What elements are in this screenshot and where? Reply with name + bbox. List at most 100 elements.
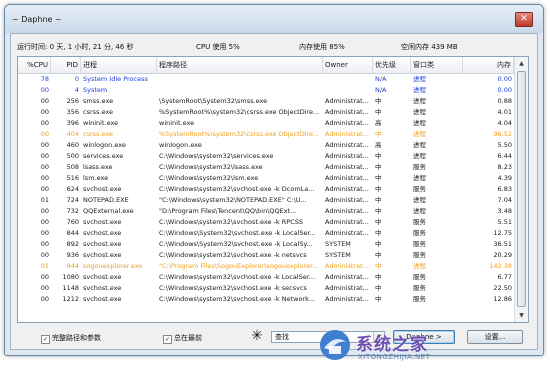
scroll-thumb[interactable] (517, 71, 526, 307)
cell-priority: 中 (375, 240, 382, 248)
table-row[interactable]: 00 760 svchost.exe C:\Windows\system32\svch… (18, 217, 514, 228)
cell-pid: 624 (66, 185, 79, 193)
table-row[interactable]: 00 844 svchost.exe C:\Windows\System32\svch… (18, 228, 514, 239)
watermark: 系统之家 XITONGZHIJIA.NET (318, 326, 528, 368)
cell-memory: 22.50 (493, 284, 512, 292)
cell-owner: SYSTEM (325, 251, 351, 259)
cell-pid: 844 (66, 229, 79, 237)
cell-pid: 936 (66, 251, 79, 259)
cell-priority: 中 (375, 251, 382, 259)
table-row[interactable]: 00 732 QQExternal.exe "D:\Program Files\Ten… (18, 206, 514, 217)
cell-memory: 4.01 (497, 108, 512, 116)
table-row[interactable]: 00 4 System N/A 进程 0.00 (18, 85, 514, 96)
scroll-up-arrow-icon[interactable]: ▲ (516, 58, 527, 69)
cell-priority: 高 (375, 141, 382, 149)
table-row[interactable]: 00 404 csrss.exe %SystemRoot%\system32\csrs… (18, 129, 514, 140)
title-bar[interactable]: ~ Daphne ~ ✕ (5, 5, 543, 33)
cell-memory: 4.39 (497, 174, 512, 182)
table-row[interactable]: 00 624 svchost.exe C:\Windows\system32\svch… (18, 184, 514, 195)
cell-window-class: 进程 (413, 108, 426, 116)
cell-cpu: 00 (40, 163, 49, 171)
cell-owner: Administrat... (325, 141, 369, 149)
cell-window-class: 服务 (413, 251, 426, 259)
process-list[interactable]: %CPU PID 进程 程序路径 Owner 优先级 窗口类 内存 78 0 Sys… (17, 56, 529, 323)
cell-priority: 中 (375, 174, 382, 182)
cell-process: System Idle Process (83, 75, 148, 83)
table-row[interactable]: 00 936 svchost.exe C:\Windows\system32\svch… (18, 250, 514, 261)
daphne-window: ~ Daphne ~ ✕ 运行时间: 0 天, 1 小时, 21 分, 46 秒… (4, 4, 544, 356)
cell-pid: 356 (66, 108, 79, 116)
full-path-label: 完整路径和参数 (52, 334, 101, 342)
cell-priority: 中 (375, 196, 382, 204)
cell-owner: Administrat... (325, 119, 369, 127)
cell-path (157, 85, 323, 96)
cell-window-class: 服务 (413, 273, 426, 281)
cell-window-class: 进程 (413, 130, 426, 138)
cell-process: csrss.exe (83, 108, 114, 116)
column-memory[interactable]: 内存 (463, 57, 514, 73)
cell-pid: 1212 (62, 295, 79, 303)
table-row[interactable]: 00 256 smss.exe \SystemRoot\System32\smss.e… (18, 96, 514, 107)
column-process[interactable]: 进程 (81, 57, 157, 73)
cell-memory: 6.83 (497, 185, 512, 193)
cell-cpu: 00 (40, 108, 49, 116)
cell-memory: 5.50 (497, 141, 512, 149)
checkbox-mark-icon: ✓ (163, 335, 172, 344)
scroll-down-arrow-icon[interactable]: ▼ (516, 310, 527, 321)
cell-window-class: 进程 (413, 207, 426, 215)
cell-cpu: 00 (40, 295, 49, 303)
cell-cpu: 00 (40, 119, 49, 127)
cell-cpu: 01 (40, 196, 49, 204)
always-on-top-checkbox[interactable]: ✓ 总在最前 (163, 333, 202, 344)
column-path[interactable]: 程序路径 (157, 57, 323, 73)
table-row[interactable]: 00 516 lsm.exe C:\Windows\system32\lsm.exe A… (18, 173, 514, 184)
cell-pid: 396 (66, 119, 79, 127)
table-row[interactable]: 00 396 wininit.exe wininit.exe Administrat..… (18, 118, 514, 129)
cell-path: %SystemRoot%\system32\csrss.exe ObjectDi… (159, 108, 320, 116)
cell-pid: 732 (66, 207, 79, 215)
table-row[interactable]: 00 460 winlogon.exe winlogon.exe Administrat… (18, 140, 514, 151)
always-on-top-label: 总在最前 (174, 334, 202, 342)
full-path-checkbox[interactable]: ✓ 完整路径和参数 (41, 333, 101, 344)
table-row[interactable]: 00 892 svchost.exe C:\Windows\System32\svch… (18, 239, 514, 250)
cell-window-class: 服务 (413, 229, 426, 237)
table-row[interactable]: 00 508 lsass.exe C:\Windows\system32\lsass.… (18, 162, 514, 173)
table-row[interactable]: 01 944 sogouexplorer.exe "C:\Program Files\… (18, 261, 514, 272)
column-cpu[interactable]: %CPU (18, 57, 51, 73)
column-owner[interactable]: Owner (323, 57, 373, 73)
cell-cpu: 00 (40, 97, 49, 105)
cell-process: svchost.exe (83, 185, 122, 193)
cell-path: C:\Windows\system32\svchost.exe -k DcomL… (159, 185, 315, 193)
cell-path: \SystemRoot\System32\smss.exe (159, 97, 268, 105)
cell-process: services.exe (83, 152, 124, 160)
cell-process: smss.exe (83, 97, 114, 105)
table-row[interactable]: 00 500 services.exe C:\Windows\system32\ser… (18, 151, 514, 162)
table-row[interactable]: 00 1148 svchost.exe C:\Windows\system32\svc… (18, 283, 514, 294)
uptime-text: 运行时间: 0 天, 1 小时, 21 分, 46 秒 (17, 43, 134, 51)
cell-path: C:\Windows\system32\lsm.exe (159, 174, 259, 182)
cell-memory: 7.04 (497, 196, 512, 204)
column-window-class[interactable]: 窗口类 (411, 57, 463, 73)
cell-window-class: 进程 (413, 262, 426, 270)
table-row[interactable]: 00 1212 svchost.exe C:\Windows\system32\svc… (18, 294, 514, 305)
table-row[interactable]: 00 1080 svchost.exe C:\Windows\system32\svc… (18, 272, 514, 283)
column-priority[interactable]: 优先级 (373, 57, 411, 73)
table-row[interactable]: 00 356 csrss.exe %SystemRoot%\system32\csrs… (18, 107, 514, 118)
column-pid[interactable]: PID (51, 57, 81, 73)
cell-cpu: 00 (40, 207, 49, 215)
window-finder-icon[interactable]: ✳ (249, 328, 265, 344)
cell-memory: 36.51 (493, 240, 512, 248)
cell-cpu: 00 (40, 251, 49, 259)
vertical-scrollbar[interactable]: ▲ ▼ (514, 57, 528, 322)
cell-process: csrss.exe (83, 130, 114, 138)
cell-cpu: 00 (40, 185, 49, 193)
table-row[interactable]: 01 724 NOTEPAD.EXE "C:\Windows\system32\NOT… (18, 195, 514, 206)
cell-cpu: 00 (40, 174, 49, 182)
table-row[interactable]: 78 0 System Idle Process N/A 进程 0.00 (18, 74, 514, 85)
cell-path: "C:\Windows\system32\NOTEPAD.EXE" C:\U..… (159, 196, 307, 204)
cell-path: "C:\Program Files\SogouExplorer\sogouexp… (159, 262, 319, 270)
close-button[interactable]: ✕ (515, 12, 533, 27)
cell-owner: Administrat... (325, 152, 369, 160)
cell-priority: 中 (375, 152, 382, 160)
cell-owner: Administrat... (325, 174, 369, 182)
